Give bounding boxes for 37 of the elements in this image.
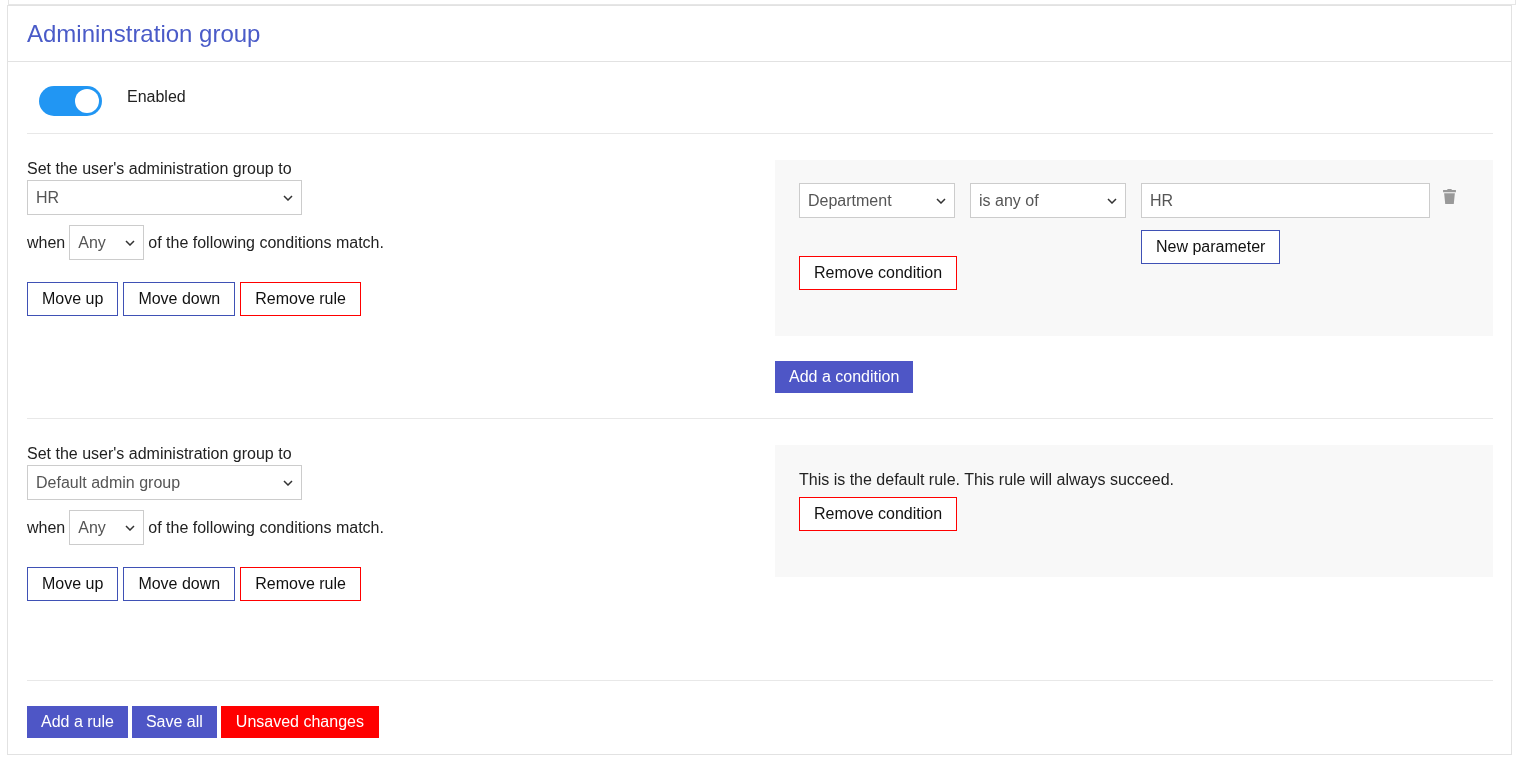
- chevron-icon: [125, 239, 136, 246]
- move-up-button[interactable]: Move up: [27, 282, 119, 316]
- remove-rule-button[interactable]: Remove rule: [240, 567, 361, 601]
- chevron-icon: [1107, 197, 1117, 204]
- match-label: of the following conditions match.: [148, 518, 384, 537]
- default-rule-text: This is the default rule. This rule will always succeed.: [799, 471, 1175, 489]
- dropdown[interactable]: is any of: [970, 183, 1126, 218]
- dropdown[interactable]: Department: [799, 183, 955, 218]
- new-parameter-button[interactable]: New parameter: [1141, 230, 1281, 264]
- chevron-icon: [125, 524, 136, 531]
- remove-condition-button[interactable]: Remove condition: [799, 497, 958, 531]
- add-rule-button[interactable]: Add a rule: [27, 706, 128, 738]
- chevron-icon: [283, 479, 293, 486]
- move-down-button[interactable]: Move down: [123, 567, 236, 601]
- rule-label: Set the user's administration group to: [27, 160, 293, 178]
- rule-label: Set the user's administration group to: [27, 445, 293, 463]
- dropdown[interactable]: Default admin group: [27, 465, 302, 500]
- chevron-icon: [283, 194, 293, 201]
- chevron-icon: [936, 197, 946, 204]
- move-down-button[interactable]: Move down: [123, 282, 236, 316]
- dropdown[interactable]: Any: [69, 510, 145, 545]
- remove-rule-button[interactable]: Remove rule: [240, 282, 361, 316]
- remove-condition-button[interactable]: Remove condition: [799, 256, 958, 290]
- trash-icon[interactable]: [1443, 189, 1456, 204]
- dropdown[interactable]: Any: [69, 225, 145, 260]
- toggle-switch[interactable]: [39, 85, 102, 116]
- save-all-button[interactable]: Save all: [131, 706, 217, 738]
- parameter-field[interactable]: HR: [1141, 183, 1430, 218]
- match-label: of the following conditions match.: [148, 233, 384, 252]
- panel-title: Admininstration group: [27, 19, 261, 48]
- dropdown[interactable]: HR: [27, 180, 302, 215]
- when-label: when: [27, 518, 66, 537]
- move-up-button[interactable]: Move up: [27, 567, 119, 601]
- unsaved-changes-badge: Unsaved changes: [220, 706, 379, 738]
- add-condition-button[interactable]: Add a condition: [775, 361, 914, 393]
- toggle-label: Enabled: [127, 87, 186, 106]
- when-label: when: [27, 233, 66, 252]
